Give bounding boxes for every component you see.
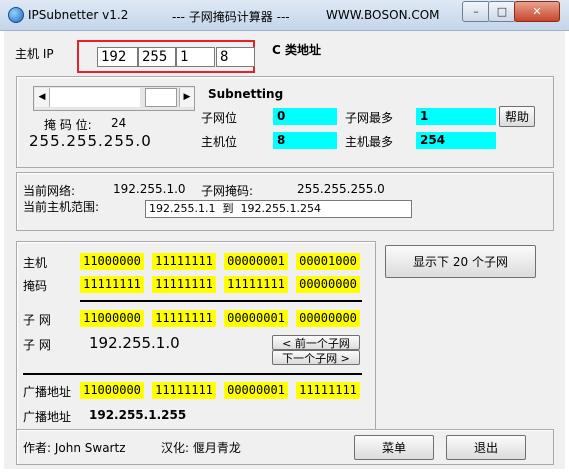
address-class-text: C 类地址 — [272, 43, 321, 57]
exit-button[interactable]: 退出 — [446, 435, 526, 460]
ip-octet-1[interactable]: 192 — [97, 47, 138, 67]
mask-dotted: 255.255.255.0 — [29, 132, 152, 150]
slider-thumb[interactable] — [145, 88, 177, 107]
max-hosts-label: 主机最多 — [345, 135, 394, 149]
binary-host-octet-3: 00000001 — [224, 253, 288, 270]
maximize-button[interactable]: □ — [488, 1, 516, 22]
client-area: 主机 IP 192 255 1 8 C 类地址 Subnetting ◀ ▶ 掩… — [4, 31, 565, 469]
binary-broadcast-octet-2: 11111111 — [152, 382, 216, 399]
slider-right-arrow-icon[interactable]: ▶ — [179, 88, 194, 107]
broadcast-dotted-value: 192.255.1.255 — [89, 408, 187, 422]
binary-panel: 主机 11000000 11111111 00000001 00001000 掩… — [16, 241, 376, 431]
subnet-dotted-value: 192.255.1.0 — [89, 334, 180, 352]
binary-host-label: 主机 — [23, 256, 48, 270]
help-button[interactable]: 帮助 — [499, 106, 535, 127]
footer-panel: 作者: John Swartz 汉化: 偃月青龙 菜单 退出 — [16, 429, 554, 465]
show-next-subnets-button[interactable]: 显示下 20 个子网 — [385, 245, 536, 278]
host-bits-value: 8 — [273, 132, 337, 149]
binary-mask-octet-4: 00000000 — [296, 276, 360, 293]
max-subnets-value: 1 — [416, 108, 496, 125]
slider-left-arrow-icon[interactable]: ◀ — [35, 88, 50, 107]
binary-host-octet-1: 11000000 — [80, 253, 144, 270]
binary-broadcast-octet-3: 00000001 — [224, 382, 288, 399]
binary-broadcast-label: 广播地址 — [23, 385, 72, 399]
broadcast-dotted-label: 广播地址 — [23, 410, 72, 424]
max-subnets-label: 子网最多 — [345, 111, 394, 125]
slider-track[interactable] — [50, 88, 140, 107]
author-text: 作者: John Swartz — [23, 441, 126, 455]
binary-host-octet-2: 11111111 — [152, 253, 216, 270]
divider-line — [80, 300, 362, 302]
menu-button[interactable]: 菜单 — [354, 435, 434, 460]
mask-bits-label: 掩 码 位: — [44, 118, 92, 132]
binary-broadcast-octet-4: 11111111 — [296, 382, 360, 399]
subnet-mask-value: 255.255.255.0 — [297, 182, 385, 196]
subnet-mask-label: 子网掩码: — [201, 184, 254, 198]
ip-octet-2[interactable]: 255 — [138, 47, 176, 67]
close-button[interactable]: ✕ — [514, 1, 560, 22]
minimize-button[interactable]: – — [462, 1, 490, 22]
subnet-bits-value: 0 — [273, 108, 337, 125]
window-title: IPSubnetter v1.2 — [28, 8, 129, 22]
subnet-bits-label: 子网位 — [201, 111, 238, 125]
window-site: WWW.BOSON.COM — [326, 8, 440, 22]
divider-line — [23, 373, 362, 375]
current-network-value: 192.255.1.0 — [113, 182, 186, 196]
binary-subnet-octet-1: 11000000 — [80, 310, 144, 327]
host-ip-label: 主机 IP — [15, 47, 54, 61]
binary-mask-label: 掩码 — [23, 279, 48, 293]
max-hosts-value: 254 — [416, 132, 496, 149]
current-network-label: 当前网络: — [23, 184, 76, 198]
next-subnet-button[interactable]: 下一个子网 > — [272, 350, 360, 365]
network-panel: 当前网络: 192.255.1.0 子网掩码: 255.255.255.0 当前… — [16, 172, 554, 231]
prev-subnet-button[interactable]: < 前一个子网 — [272, 335, 360, 350]
binary-subnet-label: 子 网 — [23, 313, 51, 327]
app-icon — [8, 7, 24, 23]
host-range-label: 当前主机范围: — [23, 200, 100, 214]
localized-by-text: 汉化: 偃月青龙 — [161, 441, 241, 455]
host-range-field[interactable]: 192.255.1.1 到 192.255.1.254 — [145, 200, 412, 218]
ip-octet-3[interactable]: 1 — [176, 47, 215, 67]
binary-subnet-octet-3: 00000001 — [224, 310, 288, 327]
binary-mask-octet-2: 11111111 — [152, 276, 216, 293]
host-bits-label: 主机位 — [201, 135, 238, 149]
subnetting-title: Subnetting — [208, 87, 284, 101]
mask-slider[interactable]: ◀ ▶ — [33, 86, 195, 111]
ip-octet-4[interactable]: 8 — [216, 47, 255, 67]
binary-subnet-octet-4: 00000000 — [296, 310, 360, 327]
mask-bits-value: 24 — [111, 116, 127, 130]
binary-broadcast-octet-1: 11000000 — [80, 382, 144, 399]
binary-subnet-octet-2: 11111111 — [152, 310, 216, 327]
title-bar: IPSubnetter v1.2 --- 子网掩码计算器 --- WWW.BOS… — [0, 0, 569, 31]
binary-host-octet-4: 00001000 — [296, 253, 360, 270]
binary-mask-octet-3: 11111111 — [224, 276, 288, 293]
window-subtitle: --- 子网掩码计算器 --- — [172, 10, 290, 24]
binary-mask-octet-1: 11111111 — [80, 276, 144, 293]
subnet-dotted-label: 子 网 — [23, 338, 51, 352]
subnetting-panel: Subnetting ◀ ▶ 掩 码 位: 24 255.255.255.0 子… — [16, 76, 554, 168]
